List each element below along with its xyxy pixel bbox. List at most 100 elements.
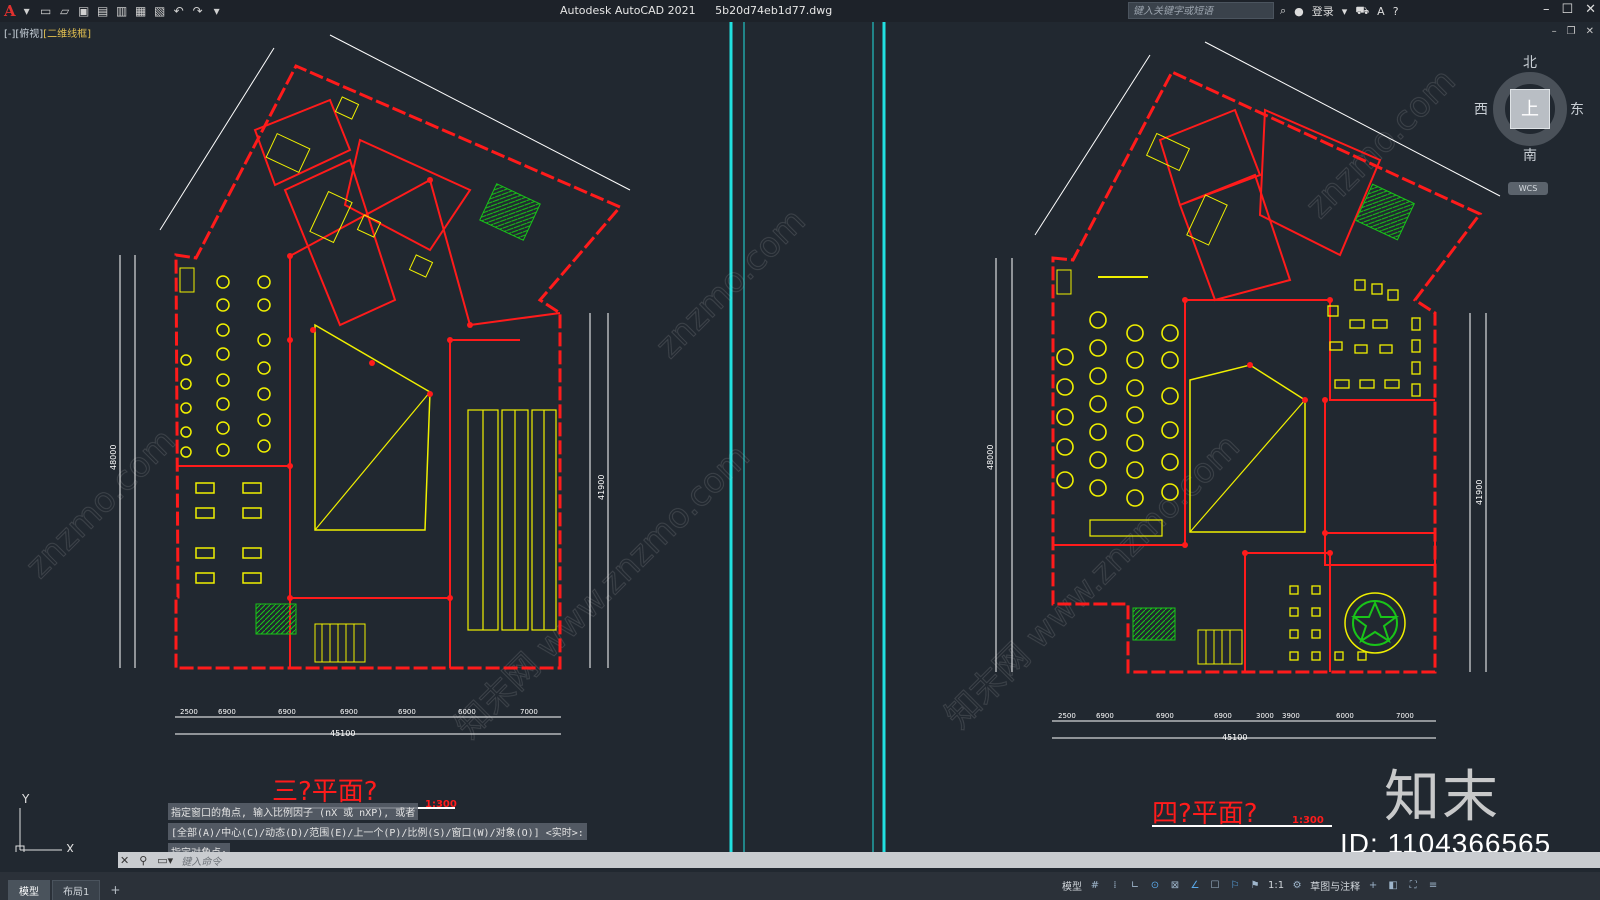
compass-west[interactable]: 西 bbox=[1474, 99, 1488, 119]
plot-preview-icon[interactable]: ▦ bbox=[133, 3, 149, 19]
osnap-icon[interactable]: ⊠ bbox=[1168, 880, 1182, 891]
fullscreen-icon[interactable]: ⛶ bbox=[1406, 880, 1420, 891]
plan4-round-tables bbox=[1056, 311, 1179, 507]
workspace-gear-icon[interactable]: ⚙ bbox=[1290, 880, 1304, 891]
compass-south[interactable]: 南 bbox=[1523, 145, 1537, 165]
plan4-dim-6: 6000 bbox=[1336, 712, 1354, 720]
wcs-menu[interactable]: WCS bbox=[1508, 182, 1548, 195]
plan4-right-height: 41900 bbox=[1475, 480, 1484, 505]
login-link[interactable]: 登录 bbox=[1312, 3, 1334, 19]
annotation-scale-icon[interactable]: ⚑ bbox=[1248, 880, 1262, 891]
tab-model[interactable]: 模型 bbox=[8, 880, 50, 900]
plan3-core-green-2 bbox=[255, 603, 297, 635]
floor-plan-4[interactable]: 45100 48000 41900 四?平面? 1:300 bbox=[986, 41, 1501, 829]
search-icon[interactable]: ⌕ bbox=[1280, 4, 1286, 18]
cart-icon[interactable]: ⛟ bbox=[1355, 4, 1369, 19]
autocad-logo-icon[interactable]: A bbox=[4, 2, 16, 20]
search-input[interactable]: 键入关键字或短语 bbox=[1128, 2, 1274, 19]
grid-icon[interactable]: # bbox=[1088, 880, 1102, 891]
viewcube[interactable]: 上 北 南 西 东 WCS bbox=[1474, 55, 1598, 207]
plan4-dim-0: 2500 bbox=[1058, 712, 1076, 720]
plan3-dim-5: 6000 bbox=[458, 708, 476, 716]
isolate-icon[interactable]: ◧ bbox=[1386, 880, 1400, 891]
plan4-overall-width: 45100 bbox=[1222, 733, 1247, 742]
plan3-overall-height: 48000 bbox=[109, 445, 118, 470]
plan4-square-tables bbox=[1289, 585, 1367, 661]
command-history-line: [全部(A)/中心(C)/动态(D)/范围(E)/上一个(P)/比例(S)/窗口… bbox=[168, 823, 587, 840]
file-name: 5b20d74eb1d77.dwg bbox=[715, 4, 833, 17]
dropdown-chevron-icon[interactable]: ▾ bbox=[1342, 5, 1348, 18]
annotation-visibility-icon[interactable]: ⚐ bbox=[1228, 880, 1242, 891]
plan3-atrium bbox=[314, 323, 431, 531]
watermark-brand: 知末 bbox=[1384, 765, 1500, 830]
model-space-button[interactable]: 模型 bbox=[1062, 878, 1082, 893]
maximize-icon[interactable]: ☐ bbox=[1561, 2, 1573, 17]
svg-text:Y: Y bbox=[21, 792, 30, 806]
viewcube-top-face[interactable]: 上 bbox=[1510, 89, 1550, 129]
save-icon[interactable]: ▣ bbox=[76, 3, 92, 19]
plan4-title: 四?平面? bbox=[1152, 799, 1258, 829]
command-input[interactable]: 键入命令 bbox=[181, 853, 221, 868]
new-icon[interactable]: ▭ bbox=[38, 3, 54, 19]
plan3-dim-0: 2500 bbox=[180, 708, 198, 716]
compass-east[interactable]: 东 bbox=[1570, 99, 1584, 119]
otrack-icon[interactable]: ∠ bbox=[1188, 880, 1202, 891]
plan4-cafe-tables bbox=[1327, 279, 1421, 397]
plan4-core-green-2 bbox=[1132, 607, 1176, 641]
plan4-dim-2: 6900 bbox=[1156, 712, 1174, 720]
snap-icon[interactable]: ⁞ bbox=[1108, 880, 1122, 891]
saveas-icon[interactable]: ▤ bbox=[95, 3, 111, 19]
plan4-dim-1: 6900 bbox=[1096, 712, 1114, 720]
tab-layout1[interactable]: 布局1 bbox=[52, 880, 101, 900]
command-close-icon[interactable]: ✕ bbox=[118, 854, 131, 867]
plan4-star-fountain-icon bbox=[1344, 592, 1406, 654]
plan3-dim-1: 6900 bbox=[218, 708, 236, 716]
status-bar-tools: 模型 # ⁞ ∟ ⊙ ⊠ ∠ ☐ ⚐ ⚑ 1:1 ⚙ 草图与注释 + ◧ ⛶ ≡ bbox=[1062, 878, 1440, 893]
plan3-core-green-1 bbox=[479, 183, 541, 241]
redo-icon[interactable]: ↷ bbox=[190, 3, 206, 19]
watermark-site-4: 知末网 www.znzmo.com bbox=[938, 427, 1248, 737]
window-title: Autodesk AutoCAD 2021 5b20d74eb1d77.dwg bbox=[560, 4, 848, 17]
plan3-rect-tables bbox=[195, 482, 262, 584]
add-icon[interactable]: + bbox=[1366, 880, 1380, 891]
app-menu-chevron-icon[interactable]: ▾ bbox=[19, 3, 35, 19]
undo-icon[interactable]: ↶ bbox=[171, 3, 187, 19]
plan3-right-height: 41900 bbox=[597, 475, 606, 500]
title-bar-tools: ⌕ ● 登录 ▾ ⛟ A ? bbox=[1280, 3, 1399, 19]
publish-icon[interactable]: ▥ bbox=[114, 3, 130, 19]
compass-north[interactable]: 北 bbox=[1523, 52, 1537, 72]
close-icon[interactable]: ✕ bbox=[1585, 2, 1596, 17]
viewport-separator-lines bbox=[729, 22, 886, 852]
watermark-overlay: znzmo.com 知末网 www.znzmo.com znzmo.com 知末… bbox=[18, 60, 1464, 746]
plan4-overall-height: 48000 bbox=[986, 445, 995, 470]
plan4-core-green-1 bbox=[1355, 183, 1415, 241]
workspace-switch[interactable]: 草图与注释 bbox=[1310, 878, 1360, 893]
lineweight-icon[interactable]: ☐ bbox=[1208, 880, 1222, 891]
command-recent-icon[interactable]: ▭▾ bbox=[155, 854, 175, 867]
add-layout-button[interactable]: + bbox=[102, 883, 128, 900]
plan3-round-tables bbox=[180, 275, 271, 458]
minimize-icon[interactable]: – bbox=[1543, 2, 1550, 17]
plot-icon[interactable]: ▧ bbox=[152, 3, 168, 19]
a360-icon[interactable]: A bbox=[1377, 5, 1385, 18]
plan3-overall-width: 45100 bbox=[330, 729, 355, 738]
window-controls: – ☐ ✕ bbox=[1543, 2, 1596, 17]
user-icon[interactable]: ● bbox=[1294, 5, 1304, 18]
customize-icon[interactable]: ▾ bbox=[209, 3, 225, 19]
ucs-icon: X Y bbox=[15, 792, 74, 852]
plan4-dim-4: 3000 bbox=[1256, 712, 1274, 720]
help-icon[interactable]: ? bbox=[1393, 5, 1399, 18]
command-history-line: 指定窗口的角点, 输入比例因子 (nX 或 nXP), 或者 bbox=[168, 803, 419, 820]
drawing-canvas[interactable]: znzmo.com 知末网 www.znzmo.com znzmo.com 知末… bbox=[0, 22, 1600, 852]
command-line[interactable]: ✕ ⚲ ▭▾ 键入命令 bbox=[118, 852, 1600, 868]
open-icon[interactable]: ▱ bbox=[57, 3, 73, 19]
floor-plan-3[interactable]: 45100 48000 41900 三?平面? 1:300 bbox=[109, 34, 631, 810]
customization-menu-icon[interactable]: ≡ bbox=[1426, 880, 1440, 891]
ortho-icon[interactable]: ∟ bbox=[1128, 880, 1142, 891]
layout-tabs: 模型 布局1 + bbox=[0, 872, 128, 900]
annotation-scale-value[interactable]: 1:1 bbox=[1268, 880, 1284, 891]
command-customize-icon[interactable]: ⚲ bbox=[137, 854, 149, 867]
dimension-texts: 2500 6900 6900 6900 6900 6000 7000 2500 … bbox=[180, 708, 1414, 720]
polar-icon[interactable]: ⊙ bbox=[1148, 880, 1162, 891]
plan3-lanes bbox=[467, 409, 557, 631]
